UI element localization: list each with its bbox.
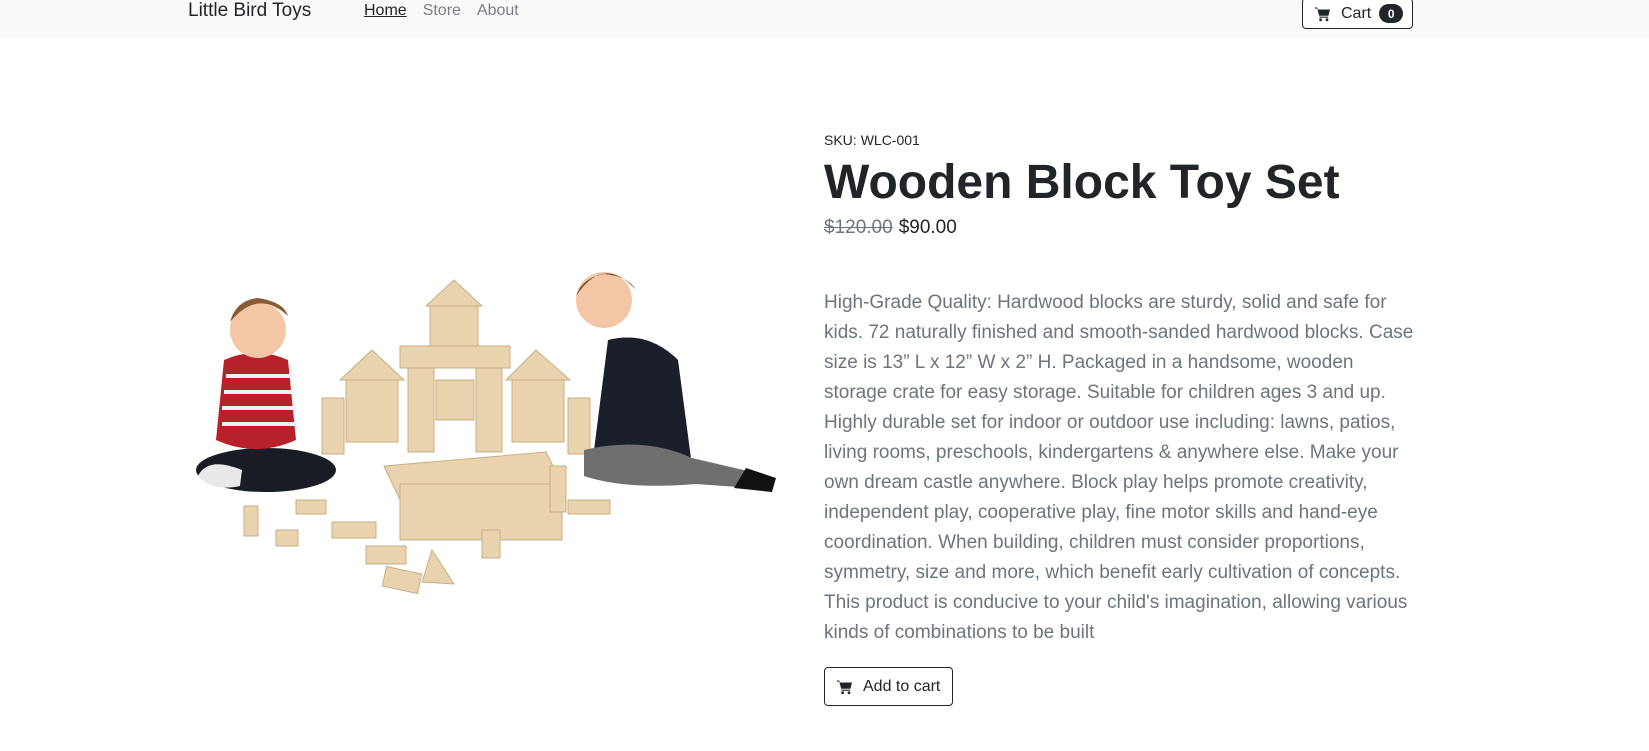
cart-icon [1315,6,1331,22]
price-row: $120.00 $90.00 [824,214,1414,242]
brand-logo[interactable]: Little Bird Toys [188,0,311,22]
add-to-cart-button[interactable]: Add to cart [824,667,953,706]
cart-button[interactable]: Cart 0 [1302,0,1413,29]
product-details: SKU: WLC-001 Wooden Block Toy Set $120.00… [824,130,1414,706]
cart-count-badge: 0 [1379,4,1404,23]
nav-link-store[interactable]: Store [423,0,461,22]
cart-label: Cart [1341,4,1372,22]
product-sku: SKU: WLC-001 [824,130,1414,150]
sku-value: WLC-001 [860,132,920,148]
top-navbar: Little Bird Toys Home Store About Cart 0 [0,0,1649,38]
product-title: Wooden Block Toy Set [824,156,1340,209]
child-left-figure [196,298,336,492]
nav-link-home[interactable]: Home [364,0,407,22]
product-description: High-Grade Quality: Hardwood blocks are … [824,292,1414,643]
original-price: $120.00 [824,217,893,238]
nav-link-about[interactable]: About [477,0,519,22]
cart-icon [837,679,853,695]
product-image [186,230,780,610]
child-right-figure [576,272,776,492]
nav-links: Home Store About [364,0,519,22]
sku-label: SKU: [824,132,857,148]
sale-price: $90.00 [898,217,957,238]
add-to-cart-label: Add to cart [863,677,941,695]
